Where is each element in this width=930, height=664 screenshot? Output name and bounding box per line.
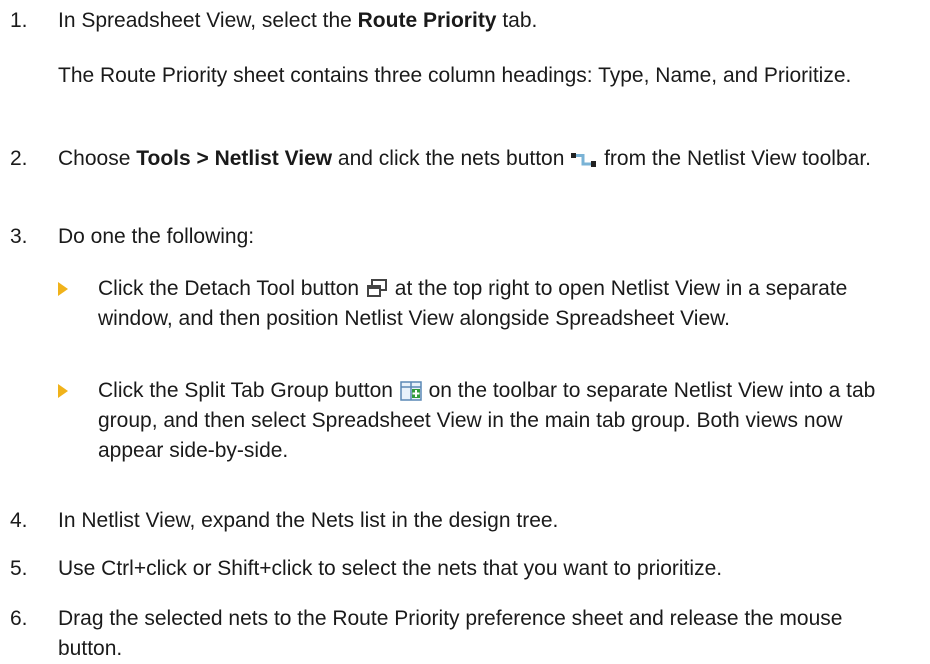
step-text: In Spreadsheet View, select the Route Pr…	[58, 6, 898, 36]
step-number: 4.	[10, 509, 28, 532]
step-text-bold: Tools > Netlist View	[136, 147, 333, 170]
split-tab-group-icon	[399, 380, 423, 402]
step-text-bold: Route Priority	[357, 9, 497, 32]
step-text-pre: In Spreadsheet View, select the	[58, 9, 358, 32]
bullet-arrow-icon	[58, 384, 68, 398]
step-text: Use Ctrl+click or Shift+click to select …	[58, 557, 723, 580]
step-text: Do one the following:	[58, 225, 255, 248]
bullet-text: Click the Detach Tool button at the top …	[98, 274, 898, 334]
step-text-pre: Choose	[58, 147, 137, 170]
detach-tool-icon	[365, 278, 389, 300]
step-text: In Netlist View, expand the Nets list in…	[58, 509, 559, 532]
step-text: Drag the selected nets to the Route Prio…	[58, 607, 843, 660]
nets-button-icon	[570, 149, 598, 169]
step-number: 2.	[10, 147, 28, 170]
bullet-text-pre: Click the Detach Tool button	[98, 277, 365, 300]
bullet-arrow-icon	[58, 282, 68, 296]
step-text-post: tab.	[496, 9, 538, 32]
document-page: 1. In Spreadsheet View, select the Route…	[0, 0, 930, 660]
step-number: 6.	[10, 607, 28, 630]
step-number: 5.	[10, 557, 28, 580]
step-note-text: The Route Priority sheet contains three …	[58, 64, 852, 87]
step-text-mid: and click the nets button	[332, 147, 571, 170]
bullet-text: Click the Split Tab Group button on the …	[98, 376, 898, 466]
bullet-text-pre: Click the Split Tab Group button	[98, 379, 399, 402]
step-number: 3.	[10, 225, 28, 248]
step-text: Choose Tools > Netlist View and click th…	[58, 144, 898, 174]
step-text-post: from the Netlist View toolbar.	[598, 147, 871, 170]
step-number: 1.	[10, 9, 28, 32]
